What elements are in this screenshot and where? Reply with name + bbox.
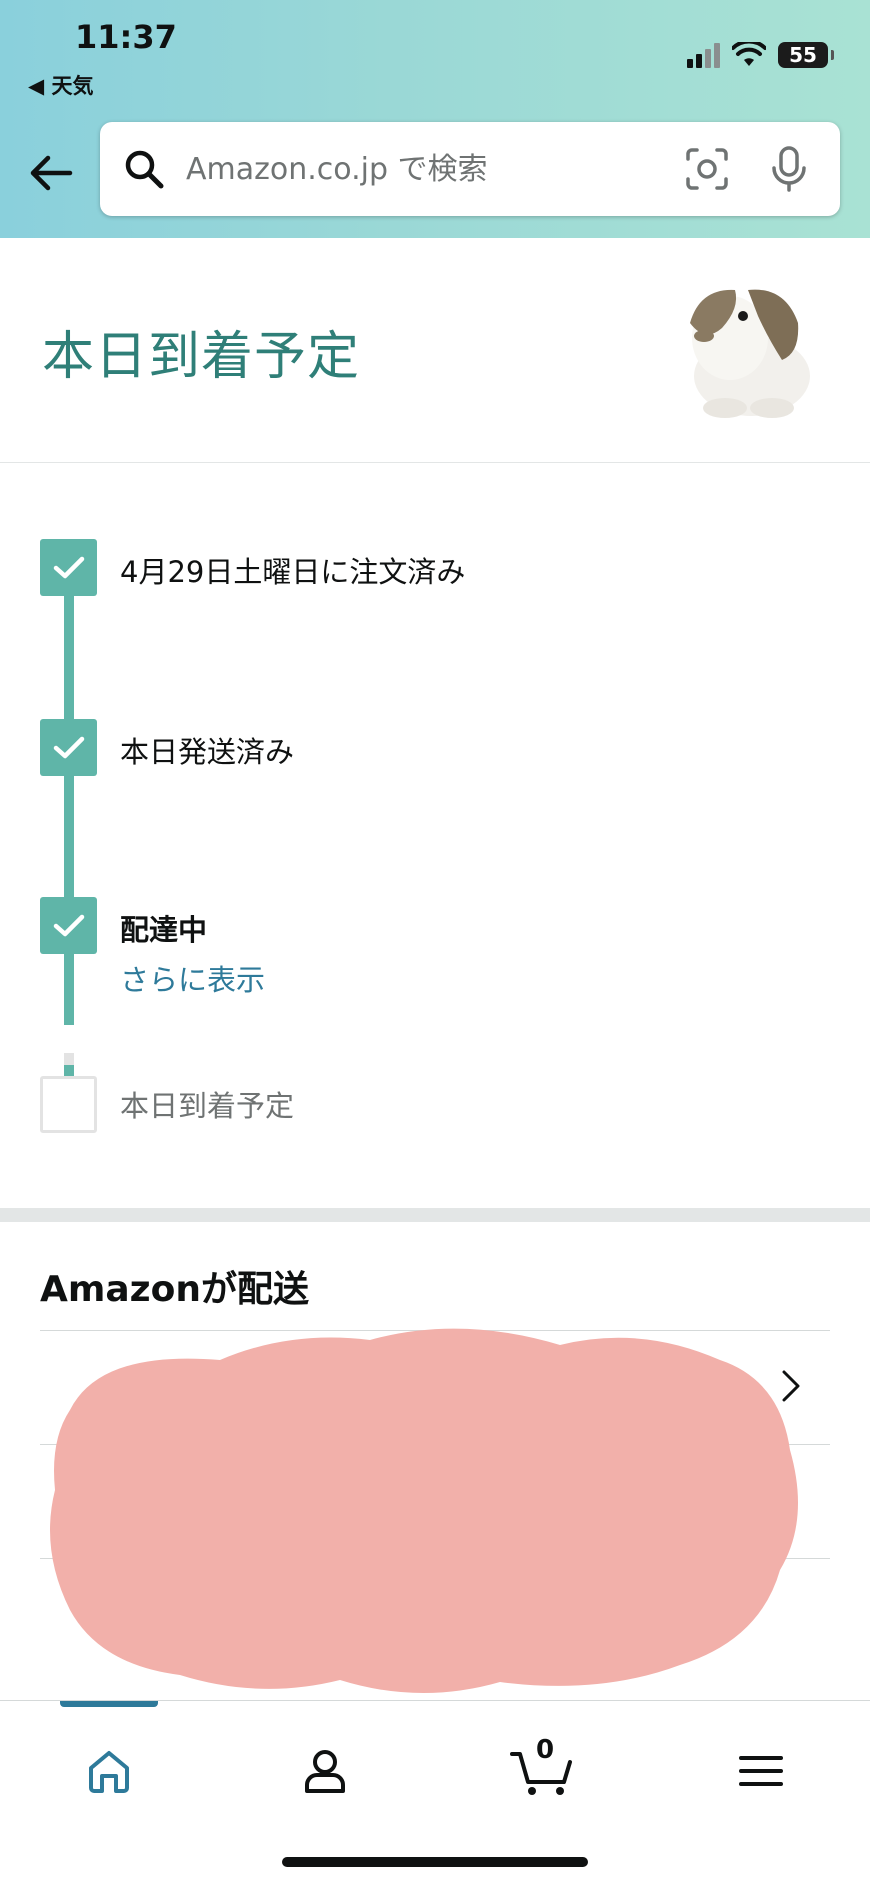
microphone-icon[interactable] — [766, 144, 812, 194]
show-more-link[interactable]: さらに表示 — [120, 957, 265, 999]
back-arrow-icon[interactable] — [26, 148, 76, 198]
section-divider — [0, 1208, 870, 1222]
page-title: 本日到着予定 — [42, 327, 361, 387]
status-time: 11:37 — [75, 18, 177, 56]
search-bar[interactable] — [100, 122, 840, 216]
home-indicator[interactable] — [282, 1857, 588, 1867]
redacted-content — [50, 1328, 798, 1694]
battery-icon: 55 — [778, 42, 834, 68]
checkmark-icon — [53, 736, 84, 758]
cellular-signal-icon — [687, 42, 720, 68]
step-label-arriving: 本日到着予定 — [120, 1089, 295, 1123]
product-image[interactable] — [660, 268, 820, 423]
back-to-app-link[interactable]: ◀ 天気 — [28, 70, 93, 100]
step-label-out-for-delivery: 配達中 — [120, 913, 208, 947]
step-checkbox-ordered — [40, 539, 97, 596]
app-header: 11:37 ◀ 天気 55 — [0, 0, 870, 238]
delivery-carrier-heading: Amazonが配送 — [40, 1269, 309, 1310]
menu-icon — [739, 1756, 783, 1786]
step-checkbox-arriving — [40, 1076, 97, 1133]
status-icons: 55 — [687, 40, 834, 70]
wifi-icon — [732, 42, 766, 66]
nav-home[interactable] — [54, 1731, 164, 1811]
step-checkbox-shipped — [40, 719, 97, 776]
search-input[interactable] — [184, 150, 668, 188]
shipment-tracker: 4月29日土曜日に注文済み 本日発送済み 配達中 さらに表示 本日到着予定 — [0, 463, 870, 1208]
step-label-shipped: 本日発送済み — [120, 735, 295, 769]
progress-line-complete — [64, 543, 74, 1083]
checkmark-icon — [53, 556, 84, 578]
search-icon — [125, 150, 164, 189]
progress-line-pending — [64, 1053, 74, 1065]
account-icon — [305, 1750, 345, 1793]
checkmark-icon — [53, 914, 84, 936]
nav-account[interactable] — [270, 1731, 380, 1811]
delivery-title-section: 本日到着予定 — [0, 238, 870, 463]
home-icon — [89, 1751, 129, 1793]
step-label-ordered: 4月29日土曜日に注文済み — [120, 555, 466, 589]
active-tab-indicator — [60, 1701, 158, 1707]
camera-search-icon[interactable] — [684, 146, 730, 192]
nav-menu[interactable] — [706, 1731, 816, 1811]
step-checkbox-out-for-delivery — [40, 897, 97, 954]
nav-cart[interactable]: 0 — [488, 1731, 598, 1811]
bottom-nav: 0 — [0, 1700, 870, 1884]
cart-count-badge: 0 — [536, 1735, 555, 1765]
